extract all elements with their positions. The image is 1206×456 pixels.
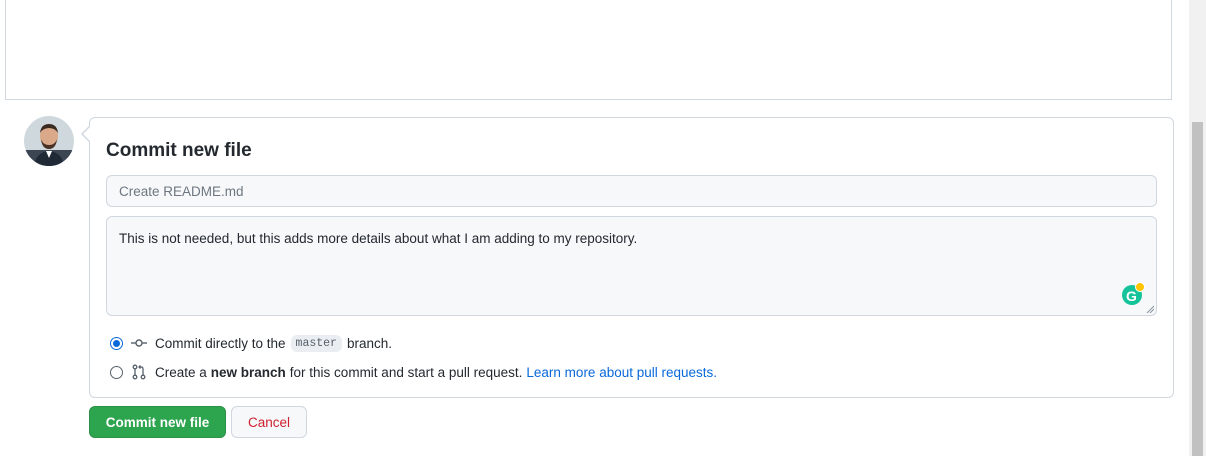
option-new-branch-bold: new branch	[210, 364, 286, 380]
radio-commit-direct[interactable]	[110, 336, 123, 350]
resize-handle-icon[interactable]	[1146, 305, 1154, 313]
commit-description-textarea[interactable]: This is not needed, but this adds more d…	[106, 216, 1157, 316]
git-pull-request-icon	[132, 364, 146, 380]
learn-more-pull-requests-link[interactable]: Learn more about pull requests.	[526, 365, 717, 380]
commit-new-file-button[interactable]: Commit new file	[89, 406, 226, 438]
radio-new-branch[interactable]	[110, 365, 123, 379]
page-scrollbar[interactable]	[1189, 0, 1206, 456]
option-commit-direct[interactable]: Commit directly to the master branch.	[110, 333, 392, 353]
commit-description-text: This is not needed, but this adds more d…	[119, 231, 638, 246]
option-new-branch-prefix: Create a	[155, 364, 207, 380]
commit-heading: Commit new file	[106, 140, 252, 161]
scrollbar-thumb[interactable]	[1192, 122, 1203, 456]
form-caret-fill	[83, 127, 90, 141]
branch-name-badge: master	[290, 334, 342, 352]
commit-summary-input[interactable]	[106, 175, 1157, 207]
option-direct-prefix: Commit directly to the	[155, 335, 286, 351]
avatar	[24, 116, 74, 166]
user-avatar-icon	[24, 116, 74, 166]
option-new-branch[interactable]: Create a new branch for this commit and …	[110, 362, 717, 382]
option-direct-suffix: branch.	[346, 335, 392, 351]
commit-form: Commit new file This is not needed, but …	[81, 117, 1174, 398]
file-editor-area[interactable]	[5, 0, 1172, 100]
cancel-button[interactable]: Cancel	[231, 406, 307, 438]
grammarly-icon[interactable]: G	[1122, 282, 1145, 305]
git-commit-icon	[131, 339, 147, 347]
option-new-branch-suffix: for this commit and start a pull request…	[289, 364, 523, 380]
grammarly-status-dot	[1135, 282, 1145, 292]
